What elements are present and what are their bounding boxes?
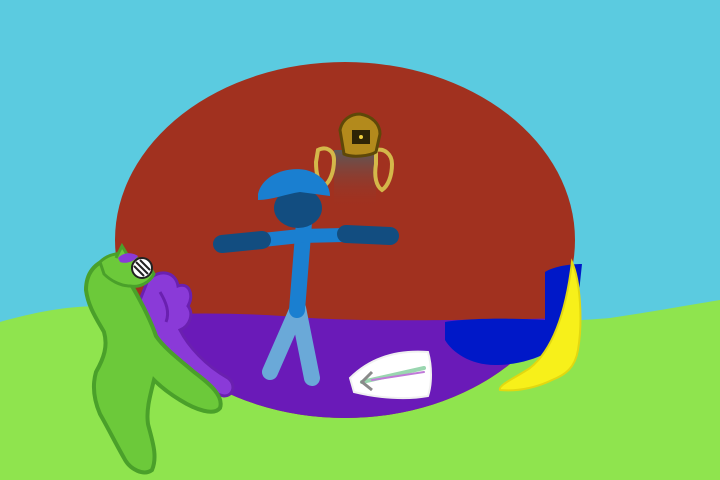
robot-body: [334, 150, 376, 208]
scene-canvas: [0, 0, 720, 480]
stick-figure-right-hand: [337, 225, 399, 245]
paint-scene: [0, 0, 720, 480]
stick-figure-left-hand: [213, 231, 271, 253]
helmet-eye: [359, 135, 363, 139]
